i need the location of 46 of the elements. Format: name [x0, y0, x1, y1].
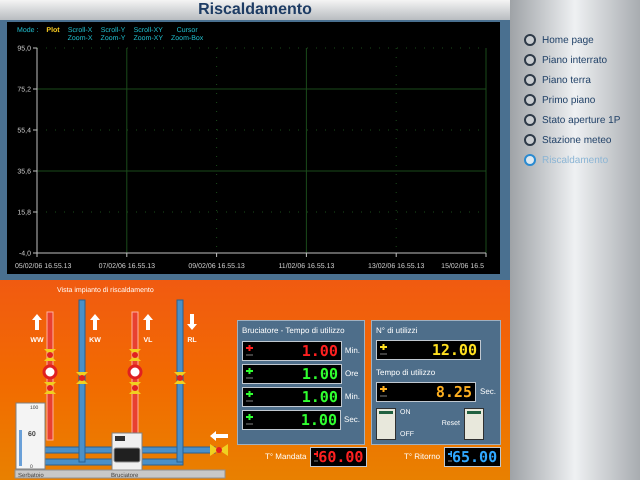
tank-gauge	[16, 402, 46, 470]
left-arrow-icon	[210, 431, 228, 441]
burner-drawing	[112, 432, 142, 470]
nav-item[interactable]: Piano interrato	[524, 52, 640, 68]
down-arrow-icon	[187, 314, 197, 330]
display-value: 12.00	[432, 341, 477, 359]
valve-icon[interactable]	[42, 349, 58, 394]
unit-label: Min.	[344, 345, 360, 357]
display-value: 1.00	[302, 388, 338, 406]
nav-item[interactable]: Home page	[524, 32, 640, 48]
nav-item[interactable]: Piano terra	[524, 72, 640, 88]
display-value: 60.00	[318, 448, 364, 466]
up-arrow-icon	[143, 314, 153, 330]
radio-bulb-icon	[524, 114, 536, 126]
nav-item[interactable]: Primo piano	[524, 92, 640, 108]
temperature-label: T° Mandata	[265, 451, 306, 463]
valve-icon[interactable]	[210, 444, 228, 456]
panel-title: Bruciatore - Tempo di utilizzo	[242, 325, 346, 337]
radio-bulb-icon	[524, 54, 536, 66]
valve-icon[interactable]	[128, 349, 142, 394]
nav-item[interactable]: Stato aperture 1P	[524, 112, 640, 128]
display-value: 1.00	[302, 342, 338, 360]
unit-label: Ore	[345, 368, 358, 380]
window-title: Riscaldamento	[0, 0, 510, 20]
radio-bulb-icon	[524, 34, 536, 46]
time-label: Tempo di utilizzo	[376, 367, 436, 379]
display-value: 65.00	[452, 448, 498, 466]
unit-label: Sec.	[344, 414, 360, 426]
radio-bulb-icon	[524, 94, 536, 106]
radio-bulb-icon	[524, 74, 536, 86]
reset-button[interactable]	[464, 408, 484, 440]
unit-label: Sec.	[480, 386, 496, 398]
nav-item[interactable]: Stazione meteo	[524, 132, 640, 148]
radio-bulb-icon	[524, 154, 536, 166]
count-label: N° di utilizzi	[376, 325, 418, 337]
power-switch[interactable]	[376, 408, 396, 440]
up-arrow-icon	[32, 314, 42, 330]
valve-icon[interactable]	[76, 372, 88, 384]
display-value: 1.00	[300, 411, 337, 429]
unit-label: Min.	[344, 391, 360, 403]
display-value: 1.00	[302, 365, 338, 383]
valve-icon[interactable]	[174, 372, 186, 384]
temperature-label: T° Ritorno	[404, 451, 440, 463]
up-arrow-icon	[90, 314, 100, 330]
radio-bulb-icon	[524, 134, 536, 146]
display-value: 8.25	[436, 383, 472, 401]
